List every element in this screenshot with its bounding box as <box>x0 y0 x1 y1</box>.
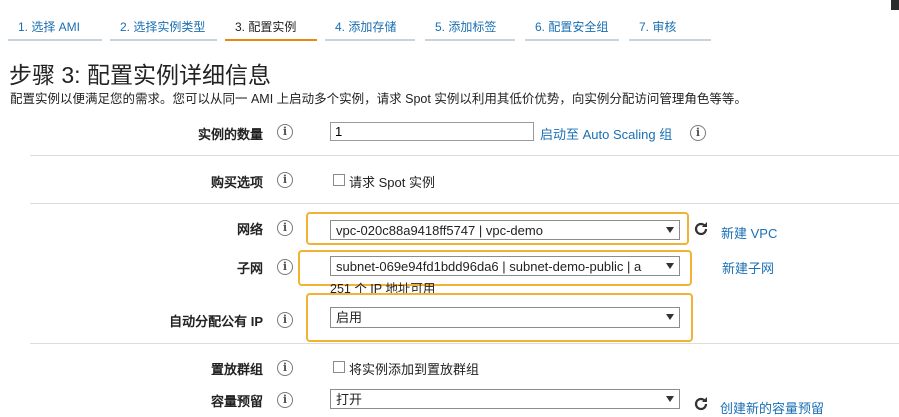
info-icon[interactable]: i <box>690 125 706 141</box>
divider <box>30 155 899 156</box>
page-title: 步骤 3: 配置实例详细信息 <box>9 62 271 88</box>
spot-request-label: 请求 Spot 实例 <box>349 175 435 190</box>
placement-group-label: 置放群组 <box>210 362 263 377</box>
tab-configure-instance[interactable]: 3. 配置实例 <box>225 8 317 41</box>
network-select[interactable]: vpc-020c88a9418ff5747 | vpc-demo <box>330 220 680 240</box>
info-icon[interactable]: i <box>277 259 293 275</box>
chevron-down-icon <box>666 396 674 402</box>
capacity-reservation-label: 容量预留 <box>210 394 263 409</box>
new-vpc-link[interactable]: 新建 VPC <box>721 223 777 242</box>
create-capacity-reservation-link[interactable]: 创建新的容量预留 <box>720 398 824 417</box>
auto-ip-select[interactable]: 启用 <box>330 307 680 328</box>
window-edge <box>891 0 899 10</box>
chevron-down-icon <box>666 314 674 320</box>
chevron-down-icon <box>666 263 674 269</box>
refresh-icon[interactable] <box>692 395 710 413</box>
tab-add-tags[interactable]: 5. 添加标签 <box>425 8 515 41</box>
auto-ip-label: 自动分配公有 IP <box>169 314 263 329</box>
network-label: 网络 <box>236 222 263 237</box>
tab-add-storage[interactable]: 4. 添加存储 <box>325 8 415 41</box>
tab-choose-ami[interactable]: 1. 选择 AMI <box>8 8 102 41</box>
subnet-select[interactable]: subnet-069e94fd1bdd96da6 | subnet-demo-p… <box>330 256 680 276</box>
placement-group-checkbox[interactable] <box>333 361 345 373</box>
info-icon[interactable]: i <box>277 360 293 376</box>
auto-ip-select-value: 启用 <box>336 310 363 325</box>
auto-scaling-link[interactable]: 启动至 Auto Scaling 组 <box>540 124 672 143</box>
spot-request-checkbox[interactable] <box>333 174 345 186</box>
info-icon[interactable]: i <box>277 312 293 328</box>
refresh-icon[interactable] <box>692 220 710 238</box>
instance-count-input[interactable] <box>330 122 534 141</box>
subnet-select-value: subnet-069e94fd1bdd96da6 | subnet-demo-p… <box>336 259 642 274</box>
divider <box>30 343 899 344</box>
capacity-reservation-value: 打开 <box>336 392 363 407</box>
purchase-option-label: 购买选项 <box>210 175 263 190</box>
tab-configure-security-group[interactable]: 6. 配置安全组 <box>525 8 619 41</box>
chevron-down-icon <box>666 227 674 233</box>
new-subnet-link[interactable]: 新建子网 <box>722 258 774 277</box>
page-description: 配置实例以便满足您的需求。您可以从同一 AMI 上启动多个实例，请求 Spot … <box>10 92 747 106</box>
info-icon[interactable]: i <box>277 172 293 188</box>
info-icon[interactable]: i <box>277 392 293 408</box>
instance-count-label: 实例的数量 <box>197 127 263 142</box>
network-select-value: vpc-020c88a9418ff5747 | vpc-demo <box>336 223 543 238</box>
divider <box>30 203 899 204</box>
info-icon[interactable]: i <box>277 124 293 140</box>
info-icon[interactable]: i <box>277 220 293 236</box>
subnet-label: 子网 <box>236 261 263 276</box>
tab-review[interactable]: 7. 审核 <box>629 8 711 41</box>
capacity-reservation-select[interactable]: 打开 <box>330 389 680 409</box>
placement-group-checkbox-label: 将实例添加到置放群组 <box>349 362 480 377</box>
tab-choose-instance-type[interactable]: 2. 选择实例类型 <box>110 8 217 41</box>
